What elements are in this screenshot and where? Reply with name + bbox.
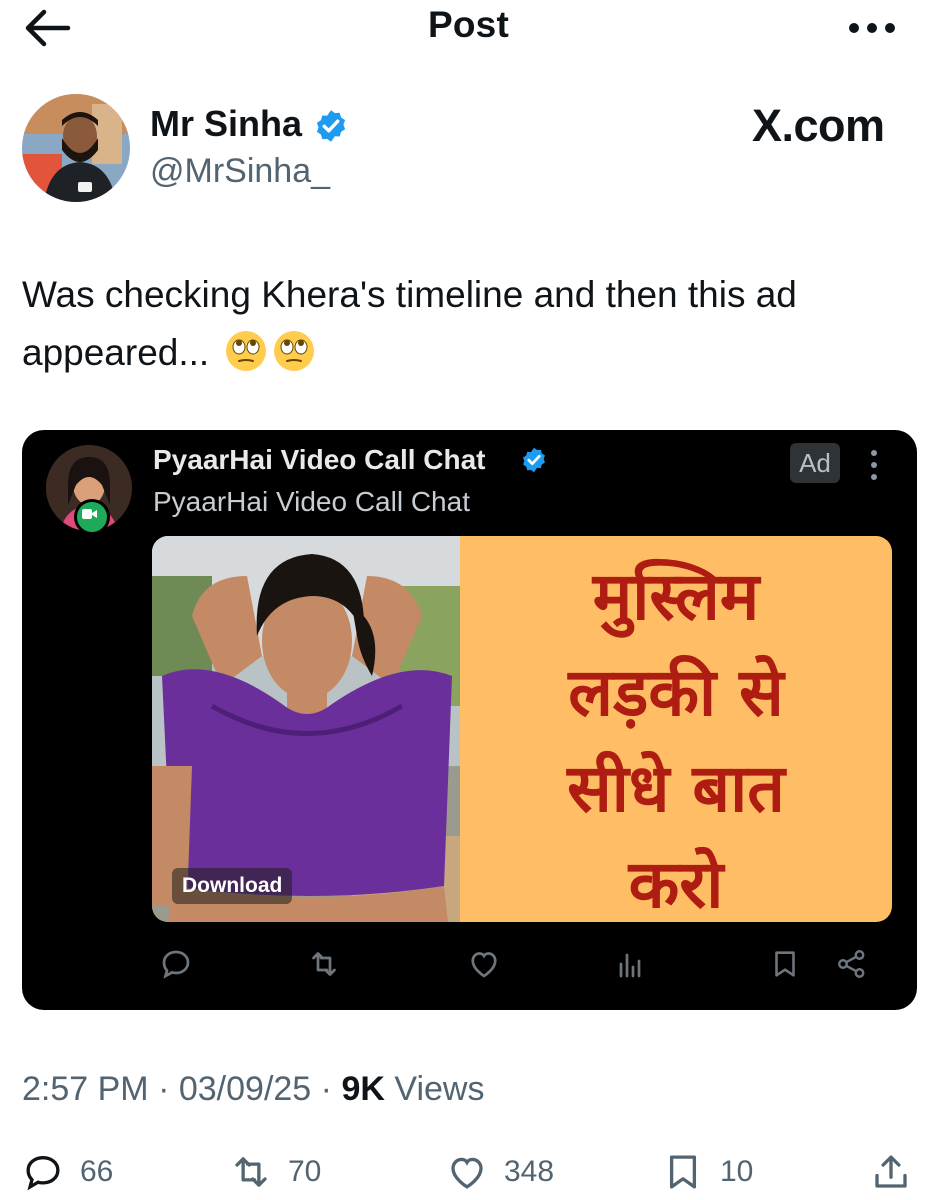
- ad-reply-button[interactable]: [158, 946, 194, 984]
- post-meta: 2:57 PM · 03/09/25 · 9K Views: [22, 1070, 484, 1109]
- bookmark-count: 10: [720, 1155, 754, 1188]
- ad-banner-line: मुस्लिम: [592, 557, 760, 635]
- post-time: 2:57 PM: [22, 1070, 149, 1108]
- more-dots-icon: [849, 23, 895, 33]
- author-avatar[interactable]: [22, 94, 130, 202]
- ad-verified-badge-icon: [520, 446, 548, 474]
- ad-media-image[interactable]: मुस्लिम लड़की से सीधे बात करो: [152, 536, 892, 922]
- like-count: 348: [504, 1155, 555, 1188]
- reply-icon: [162, 950, 190, 979]
- reply-count: 66: [80, 1155, 114, 1188]
- page-title: Post: [428, 4, 509, 45]
- bookmark-icon: [775, 951, 795, 977]
- separator-dot: ·: [158, 1070, 170, 1108]
- verified-badge-icon: [313, 108, 349, 144]
- repost-icon: [312, 952, 336, 976]
- author-handle[interactable]: @MrSinha_: [150, 152, 330, 191]
- tweet-body: Was checking Khera's timeline and then t…: [22, 274, 797, 373]
- repost-count: 70: [288, 1155, 322, 1188]
- reply-icon: [26, 1155, 60, 1191]
- ad-account-handle: PyaarHai Video Call Chat: [153, 486, 470, 517]
- ad-banner-text: मुस्लिम लड़की से सीधे बात करो: [460, 548, 892, 922]
- repost-button[interactable]: 70: [230, 1150, 321, 1194]
- ad-repost-button[interactable]: [306, 946, 342, 984]
- ad-photo: [152, 536, 460, 922]
- author-name[interactable]: Mr Sinha: [150, 103, 302, 145]
- ad-account-name[interactable]: PyaarHai Video Call Chat: [153, 444, 486, 476]
- views-label[interactable]: Views: [394, 1070, 484, 1108]
- share-button[interactable]: [870, 1150, 912, 1194]
- rolling-eyes-emoji-icon: [273, 331, 314, 371]
- heart-icon: [471, 952, 497, 978]
- bookmark-icon: [669, 1155, 697, 1189]
- like-button[interactable]: 348: [446, 1150, 554, 1194]
- vertical-dots-icon: [871, 450, 877, 480]
- ad-views-button[interactable]: [612, 946, 648, 984]
- ad-bookmark-button[interactable]: [768, 946, 802, 984]
- ad-banner-line: सीधे बात: [567, 749, 785, 827]
- bookmark-button[interactable]: 10: [662, 1150, 753, 1194]
- views-chart-icon: [619, 953, 641, 978]
- ad-download-button[interactable]: Download: [172, 868, 293, 904]
- x-com-watermark: X.com: [752, 100, 885, 151]
- video-call-badge-icon: [74, 499, 110, 535]
- separator-dot: ·: [320, 1070, 332, 1108]
- reply-button[interactable]: 66: [22, 1150, 113, 1194]
- rolling-eyes-emoji-icon: [225, 331, 266, 371]
- views-count[interactable]: 9K: [341, 1070, 384, 1108]
- tweet-text: Was checking Khera's timeline and then t…: [22, 266, 917, 382]
- ad-like-button[interactable]: [466, 946, 502, 984]
- post-date: 03/09/25: [178, 1070, 312, 1108]
- ad-banner-line: करो: [628, 845, 724, 922]
- share-icon: [838, 950, 865, 978]
- more-options-button[interactable]: [846, 16, 898, 40]
- ad-banner-line: लड़की से: [568, 653, 784, 731]
- heart-icon: [451, 1157, 483, 1189]
- share-upload-icon: [875, 1155, 907, 1188]
- ad-label-badge: Ad: [790, 443, 840, 483]
- repost-icon: [235, 1157, 267, 1187]
- ad-share-button[interactable]: [834, 946, 870, 984]
- ad-more-options-button[interactable]: [860, 447, 888, 483]
